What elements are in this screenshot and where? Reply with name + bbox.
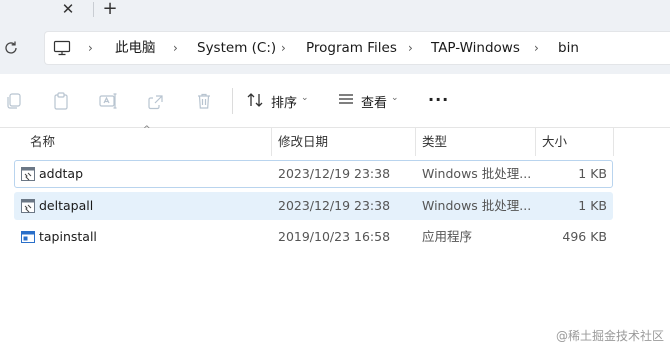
command-bar: 排序 ⌄ 查看 ⌄ ···	[0, 74, 670, 128]
computer-icon[interactable]	[53, 40, 71, 56]
file-row-deltapall[interactable]: deltapall 2023/12/19 23:38 Windows 批处理..…	[14, 192, 613, 220]
file-row-addtap[interactable]: addtap 2023/12/19 23:38 Windows 批处理... 1…	[14, 160, 613, 188]
file-size: 496 KB	[562, 229, 607, 244]
column-header-row: ^ 名称 修改日期 类型 大小	[0, 125, 670, 156]
tab-divider	[93, 2, 94, 17]
breadcrumb-tap-windows[interactable]: TAP-Windows	[431, 32, 520, 64]
address-row: › 此电脑 › System (C:) › Program Files › TA…	[0, 22, 670, 74]
file-row-tapinstall[interactable]: tapinstall 2019/10/23 16:58 应用程序 496 KB	[14, 223, 613, 251]
file-name: tapinstall	[39, 229, 97, 244]
view-list-icon	[339, 94, 353, 104]
column-divider[interactable]	[613, 128, 614, 156]
sort-icon	[247, 93, 263, 107]
file-date: 2023/12/19 23:38	[278, 198, 391, 213]
file-size: 1 KB	[578, 198, 607, 213]
close-tab-button[interactable]: ✕	[60, 0, 76, 18]
column-header-size[interactable]: 大小	[536, 128, 613, 156]
toolbar-divider	[232, 88, 233, 114]
breadcrumb-chevron[interactable]: ›	[534, 32, 539, 64]
file-name: addtap	[39, 166, 84, 181]
view-label: 查看	[361, 96, 388, 111]
breadcrumb-chevron[interactable]: ›	[281, 32, 286, 64]
file-date: 2019/10/23 16:58	[278, 229, 391, 244]
paste-icon[interactable]	[51, 91, 71, 111]
file-type: Windows 批处理...	[422, 166, 532, 181]
breadcrumb-chevron[interactable]: ›	[173, 32, 178, 64]
file-name: deltapall	[39, 198, 94, 213]
chevron-down-icon: ⌄	[301, 93, 309, 103]
refresh-icon[interactable]	[2, 39, 20, 57]
batch-file-icon	[21, 167, 35, 181]
sort-button[interactable]: 排序 ⌄	[246, 88, 312, 114]
batch-file-icon	[21, 199, 35, 213]
breadcrumb-chevron[interactable]: ›	[88, 32, 93, 64]
column-header-date[interactable]: 修改日期	[272, 128, 415, 156]
breadcrumb-program-files[interactable]: Program Files	[306, 32, 397, 64]
tab-strip: ✕ +	[0, 0, 670, 22]
breadcrumb-system-c[interactable]: System (C:)	[197, 32, 276, 64]
delete-icon[interactable]	[194, 91, 214, 111]
chevron-down-icon: ⌄	[391, 93, 399, 103]
view-button[interactable]: 查看 ⌄	[337, 88, 403, 114]
breadcrumb-chevron[interactable]: ›	[408, 32, 413, 64]
application-icon	[21, 231, 35, 243]
file-size: 1 KB	[578, 166, 607, 181]
rename-icon[interactable]	[98, 91, 118, 111]
file-date: 2023/12/19 23:38	[278, 166, 391, 181]
sort-label: 排序	[271, 96, 298, 111]
column-header-name[interactable]: 名称	[24, 128, 271, 156]
watermark: @稀土掘金技术社区	[555, 329, 664, 343]
breadcrumb-this-pc[interactable]: 此电脑	[115, 32, 156, 64]
new-tab-button[interactable]: +	[101, 0, 119, 19]
column-header-type[interactable]: 类型	[416, 128, 535, 156]
share-icon[interactable]	[146, 91, 166, 111]
breadcrumb-bin[interactable]: bin	[558, 32, 579, 64]
copy-icon[interactable]	[4, 91, 24, 111]
file-type: 应用程序	[422, 229, 473, 244]
address-bar[interactable]: › 此电脑 › System (C:) › Program Files › TA…	[44, 31, 670, 65]
file-type: Windows 批处理...	[422, 198, 532, 213]
more-options-button[interactable]: ···	[428, 88, 452, 114]
